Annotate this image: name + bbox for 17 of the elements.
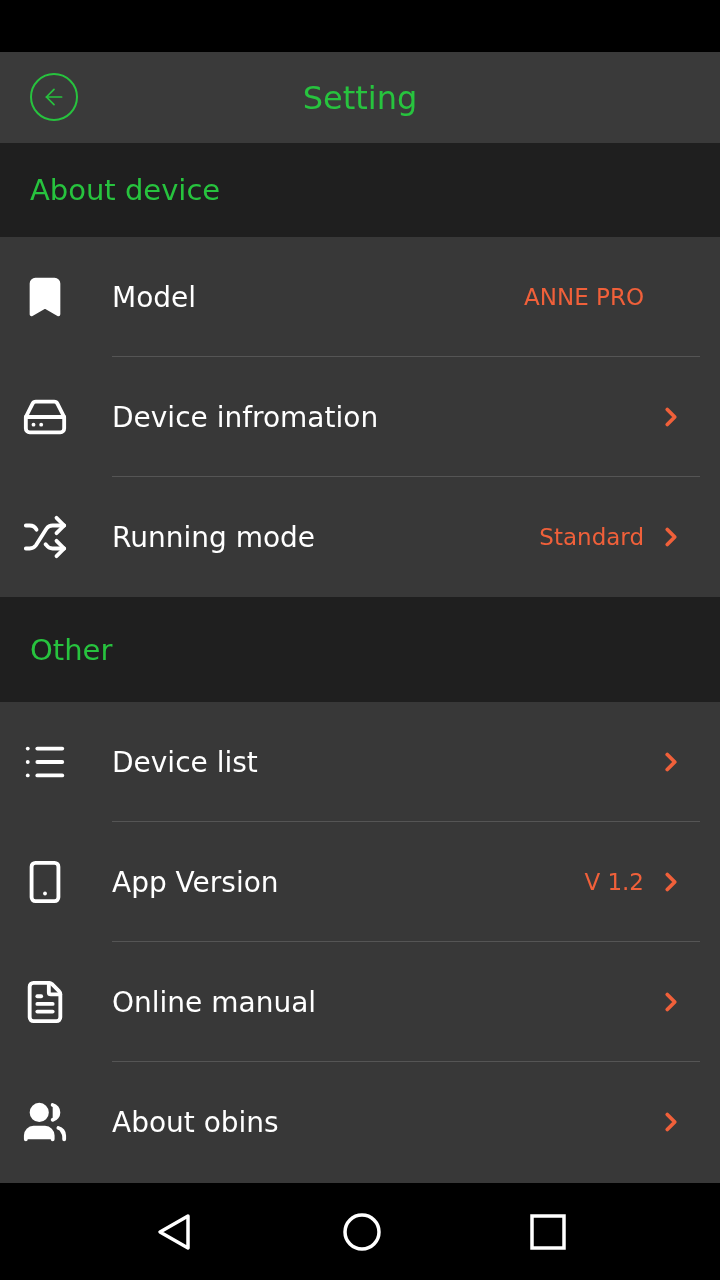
- row-label: About obins: [112, 1105, 280, 1139]
- row-label: Running mode: [112, 520, 317, 554]
- row-label: Online manual: [112, 985, 318, 1019]
- back-button[interactable]: [30, 73, 78, 121]
- row-value: Standard: [539, 524, 644, 550]
- row-label: App Version: [112, 865, 280, 899]
- page-title: Setting: [302, 78, 418, 117]
- section-title: About device: [30, 173, 221, 207]
- section-title: Other: [30, 632, 113, 667]
- row-value: V 1.2: [584, 869, 644, 895]
- home-nav-icon[interactable]: [342, 1211, 382, 1252]
- row-label: Model: [112, 280, 198, 314]
- row-label: Device list: [112, 745, 259, 779]
- shuffle-icon: [22, 514, 68, 560]
- row-value: ANNE PRO: [524, 284, 644, 310]
- row-label: Device infromation: [112, 400, 380, 434]
- recents-nav-icon[interactable]: [530, 1213, 566, 1250]
